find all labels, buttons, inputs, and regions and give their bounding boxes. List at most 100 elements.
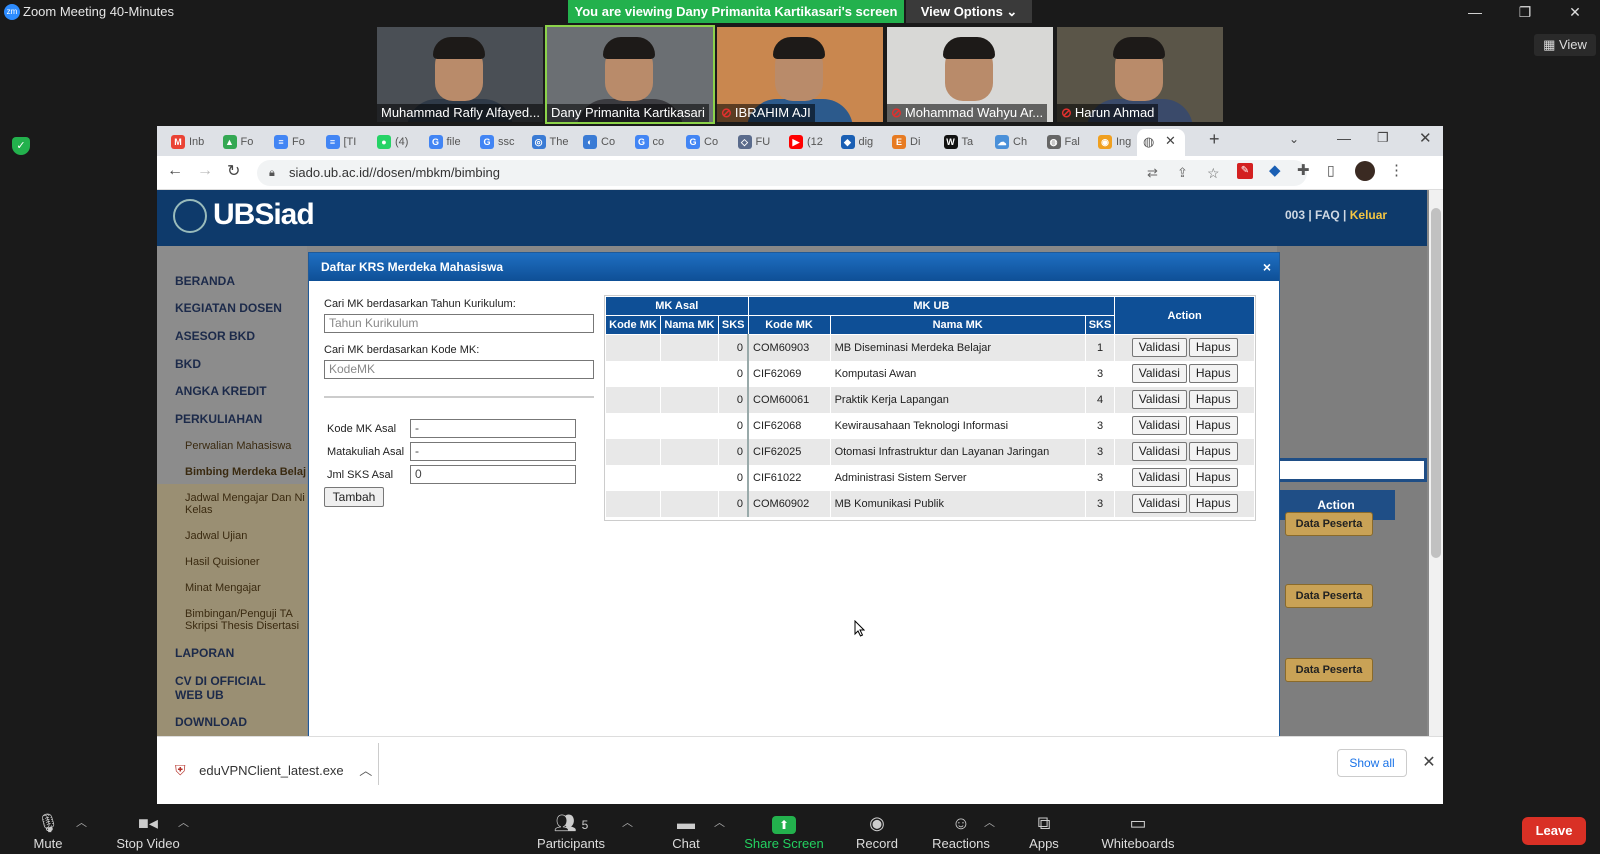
- site-search-box[interactable]: [1277, 458, 1427, 482]
- validasi-button[interactable]: Validasi: [1131, 494, 1187, 513]
- participant-tile[interactable]: ⊘ Mohammad Wahyu Ar...: [887, 27, 1053, 122]
- matakuliah-asal-input[interactable]: -: [410, 442, 576, 461]
- reload-icon[interactable]: ↻: [227, 161, 240, 181]
- sidebar-subitem[interactable]: Hasil Quisioner: [185, 556, 307, 568]
- video-options-caret-icon[interactable]: ︿: [178, 814, 189, 830]
- participants-button[interactable]: 👥︎ 5 Participants: [536, 812, 606, 851]
- show-all-button[interactable]: Show all: [1337, 749, 1407, 777]
- hapus-button[interactable]: Hapus: [1188, 468, 1238, 487]
- tab-5[interactable]: Gfile: [428, 130, 477, 154]
- hapus-button[interactable]: Hapus: [1188, 416, 1238, 435]
- hapus-button[interactable]: Hapus: [1188, 390, 1238, 409]
- reactions-caret-icon[interactable]: ︿: [984, 814, 995, 830]
- tab-1[interactable]: ▲ Fo: [222, 130, 271, 154]
- tab-search-icon[interactable]: ⌄: [1289, 132, 1299, 146]
- page-scrollbar-thumb[interactable]: [1431, 208, 1441, 558]
- participant-tile[interactable]: ⊘ Harun Ahmad: [1057, 27, 1223, 122]
- address-bar[interactable]: 🔒︎ siado.ub.ac.id//dosen/mbkm/bimbing ⇄ …: [257, 160, 1307, 186]
- close-icon[interactable]: ✕: [1560, 2, 1590, 22]
- stop-video-button[interactable]: ■◂ Stop Video: [110, 812, 186, 851]
- sidebar-item[interactable]: BERANDA: [175, 274, 235, 288]
- sidebar-subitem[interactable]: Jadwal Ujian: [185, 530, 307, 542]
- tab-11[interactable]: ◇ FU: [737, 130, 786, 154]
- reactions-button[interactable]: ☺ Reactions: [932, 812, 990, 851]
- jml-sks-asal-input[interactable]: 0: [410, 465, 576, 484]
- tab-2[interactable]: ≡ Fo: [274, 130, 322, 154]
- mute-button[interactable]: 🎙︎ Mute: [28, 812, 68, 851]
- new-tab-icon[interactable]: +: [1209, 129, 1220, 150]
- sidebar-subitem[interactable]: Minat Mengajar: [185, 582, 307, 594]
- tab-9[interactable]: Gco: [634, 130, 683, 154]
- data-peserta-button[interactable]: Data Peserta: [1285, 512, 1373, 536]
- tab-4[interactable]: ● (4): [377, 130, 425, 154]
- sidebar-item[interactable]: KEGIATAN DOSEN: [175, 301, 282, 315]
- restore-icon[interactable]: ❐: [1510, 2, 1540, 22]
- validasi-button[interactable]: Validasi: [1131, 364, 1187, 383]
- tab-12[interactable]: ▶ (12: [789, 130, 837, 154]
- tambah-button[interactable]: Tambah: [324, 487, 384, 507]
- translate-icon[interactable]: ⇄: [1147, 160, 1158, 186]
- participant-tile[interactable]: Dany Primanita Kartikasari: [545, 25, 715, 124]
- leave-button[interactable]: Leave: [1522, 817, 1586, 845]
- whiteboards-button[interactable]: ▭ Whiteboards: [1098, 812, 1178, 851]
- sidebar-item[interactable]: LAPORAN: [175, 646, 295, 660]
- data-peserta-button[interactable]: Data Peserta: [1285, 584, 1373, 608]
- tab-6[interactable]: Gssc: [480, 130, 528, 154]
- validasi-button[interactable]: Validasi: [1131, 390, 1187, 409]
- tab-17[interactable]: ◍ Fal: [1046, 130, 1095, 154]
- validasi-button[interactable]: Validasi: [1131, 468, 1187, 487]
- data-peserta-button[interactable]: Data Peserta: [1285, 658, 1373, 682]
- sidebar-subitem[interactable]: Jadwal Mengajar Dan Ni Kelas: [185, 492, 307, 516]
- share-screen-button[interactable]: ⬆ Share Screen: [744, 812, 824, 851]
- participant-tile[interactable]: Muhammad Rafly Alfayed...: [377, 27, 543, 122]
- apps-button[interactable]: ⧉ Apps: [1024, 812, 1064, 851]
- modal-close-button[interactable]: ×: [1255, 253, 1279, 281]
- profile-avatar[interactable]: [1355, 161, 1375, 181]
- tab-0[interactable]: M Inb: [171, 130, 219, 154]
- chevron-up-icon[interactable]: ︿: [359, 763, 372, 778]
- tab-10[interactable]: G Co: [686, 130, 734, 154]
- forward-icon[interactable]: →: [197, 162, 213, 180]
- sidebar-subitem[interactable]: Perwalian Mahasiswa: [185, 440, 307, 452]
- record-button[interactable]: ◉ Record: [854, 812, 900, 851]
- faq-link[interactable]: 003 | FAQ |: [1285, 208, 1346, 222]
- sidebar-subitem[interactable]: Bimbing Merdeka Belaj: [185, 466, 307, 478]
- sidebar-item[interactable]: ASESOR BKD: [175, 329, 255, 343]
- tab-15[interactable]: W Ta: [943, 130, 992, 154]
- side-panel-icon[interactable]: ▯: [1327, 162, 1335, 179]
- audio-options-caret-icon[interactable]: ︿: [76, 814, 87, 830]
- validasi-button[interactable]: Validasi: [1131, 416, 1187, 435]
- security-shield-icon[interactable]: ✓: [12, 137, 30, 155]
- browser-menu-icon[interactable]: ⋮: [1389, 161, 1404, 179]
- hapus-button[interactable]: Hapus: [1188, 338, 1238, 358]
- sidebar-item[interactable]: PERKULIAHAN: [175, 412, 262, 426]
- gallery-view-button[interactable]: ▦ View: [1534, 34, 1596, 56]
- browser-close-icon[interactable]: ✕: [1419, 129, 1432, 147]
- back-icon[interactable]: ←: [167, 162, 183, 180]
- tab-3[interactable]: ≡ [TI: [325, 130, 374, 154]
- logout-link[interactable]: Keluar: [1350, 208, 1387, 222]
- browser-restore-icon[interactable]: ❐: [1377, 130, 1389, 146]
- sidebar-item[interactable]: BKD: [175, 357, 201, 371]
- sidebar-item[interactable]: CV DI OFFICIAL WEB UB: [175, 674, 295, 702]
- tab-8[interactable]: ◐ Co: [583, 130, 631, 154]
- pdf-extension-icon[interactable]: ✎: [1237, 163, 1253, 179]
- sidebar-item[interactable]: DOWNLOAD: [175, 715, 295, 729]
- kode-mk-asal-input[interactable]: -: [410, 419, 576, 438]
- validasi-button[interactable]: Validasi: [1131, 338, 1187, 358]
- bookmark-star-icon[interactable]: ☆: [1207, 160, 1220, 186]
- download-bar-close-icon[interactable]: ✕: [1419, 749, 1439, 777]
- participants-caret-icon[interactable]: ︿: [622, 814, 633, 830]
- hapus-button[interactable]: Hapus: [1188, 494, 1238, 513]
- tahun-kurikulum-input[interactable]: Tahun Kurikulum: [324, 314, 594, 333]
- validasi-button[interactable]: Validasi: [1131, 442, 1187, 461]
- sidebar-subitem[interactable]: Bimbingan/Penguji TA Skripsi Thesis Dise…: [185, 608, 307, 632]
- participant-tile[interactable]: ⊘ IBRAHIM AJI: [717, 27, 883, 122]
- extension-icon[interactable]: ◆: [1269, 161, 1281, 179]
- browser-minimize-icon[interactable]: —: [1337, 130, 1351, 146]
- chat-button[interactable]: ▬ Chat: [666, 812, 706, 851]
- tab-14[interactable]: E Di: [892, 130, 940, 154]
- close-tab-icon[interactable]: ✕: [1165, 133, 1176, 149]
- tab-16[interactable]: ☁ Ch: [995, 130, 1043, 154]
- share-icon[interactable]: ⇪: [1177, 160, 1188, 186]
